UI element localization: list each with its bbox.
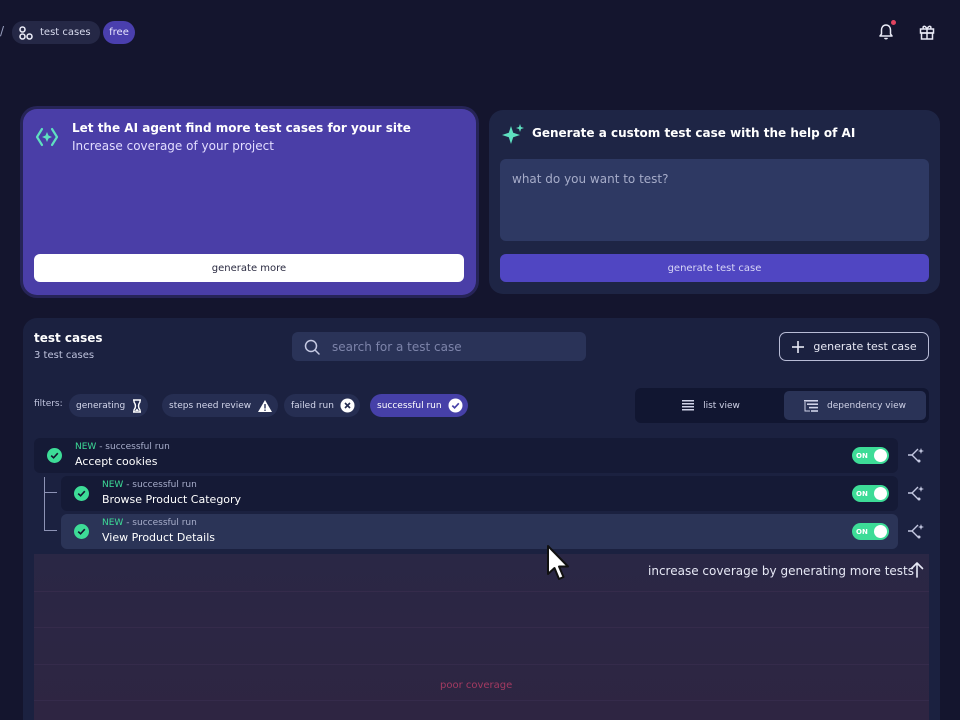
enable-toggle[interactable]: ON <box>852 523 889 540</box>
test-case-name: Browse Product Category <box>102 493 242 506</box>
filter-label: successful run <box>377 400 442 411</box>
filter-failed-run[interactable]: failed run <box>284 394 360 417</box>
toggle-knob <box>874 525 887 538</box>
hourglass-icon <box>133 398 142 413</box>
new-badge: NEW <box>75 442 97 452</box>
toggle-knob <box>874 487 887 500</box>
generate-more-button[interactable]: generate more <box>34 254 464 282</box>
dependency-icon[interactable] <box>906 446 924 464</box>
toggle-knob <box>874 449 887 462</box>
plan-badge[interactable]: free <box>103 21 135 44</box>
coverage-level-label: poor coverage <box>440 680 513 691</box>
toggle-label: ON <box>856 527 868 536</box>
filter-steps-need-review[interactable]: steps need review <box>162 394 279 417</box>
filter-successful-run[interactable]: successful run <box>370 394 468 417</box>
coverage-gridline <box>34 700 929 701</box>
list-icon <box>682 400 695 411</box>
toggle-label: ON <box>856 451 868 460</box>
coverage-gridline <box>34 591 929 592</box>
dependency-icon[interactable] <box>906 522 924 540</box>
tree-connector <box>44 530 57 531</box>
filter-label: steps need review <box>169 400 252 411</box>
check-circle-icon <box>448 398 463 413</box>
ai-agent-subtitle: Increase coverage of your project <box>72 139 274 153</box>
project-selector[interactable]: test cases <box>12 21 100 44</box>
dependency-view-label: dependency view <box>826 400 907 411</box>
gift-icon[interactable] <box>917 22 937 42</box>
test-cases-count: 3 test cases <box>34 350 95 361</box>
run-status: - successful run <box>96 442 170 452</box>
increase-coverage-hint[interactable]: increase coverage by generating more tes… <box>648 564 914 578</box>
filters-label: filters: <box>34 399 63 409</box>
run-status: - successful run <box>123 480 197 490</box>
bell-icon[interactable] <box>876 22 896 42</box>
ai-agent-title: Let the AI agent find more test cases fo… <box>72 121 411 135</box>
coverage-gridline <box>34 627 929 628</box>
generate-test-case-label: generate test case <box>813 340 917 353</box>
success-check-icon <box>47 448 62 463</box>
ai-agent-icon <box>35 127 59 147</box>
test-cases-title: test cases <box>34 331 103 345</box>
enable-toggle[interactable]: ON <box>852 447 889 464</box>
coverage-area <box>34 554 929 720</box>
filter-label: failed run <box>291 400 334 411</box>
row-status: NEW - successful run <box>75 442 170 452</box>
filter-label: generating <box>76 400 126 411</box>
custom-test-title: Generate a custom test case with the hel… <box>532 126 856 140</box>
generate-test-case-outline-button[interactable]: generate test case <box>779 332 929 361</box>
new-badge: NEW <box>102 480 124 490</box>
test-case-name: View Product Details <box>102 531 215 544</box>
toggle-label: ON <box>856 489 868 498</box>
search-input[interactable]: search for a test case <box>292 332 586 361</box>
tree-connector <box>44 477 45 530</box>
search-icon <box>304 339 320 355</box>
project-icon <box>19 25 33 40</box>
enable-toggle[interactable]: ON <box>852 485 889 502</box>
row-status: NEW - successful run <box>102 518 197 528</box>
breadcrumb-separator: / <box>0 24 5 38</box>
run-status: - successful run <box>123 518 197 528</box>
list-view-button[interactable]: list view <box>640 391 782 420</box>
x-circle-icon <box>340 398 355 413</box>
mouse-cursor-icon <box>547 545 569 580</box>
test-case-name: Accept cookies <box>75 455 158 468</box>
dependency-icon[interactable] <box>906 484 924 502</box>
warning-icon <box>258 399 273 412</box>
filter-generating[interactable]: generating <box>69 394 149 417</box>
sparkle-icon <box>502 124 524 144</box>
plus-icon <box>792 340 805 353</box>
search-placeholder: search for a test case <box>332 339 462 354</box>
new-badge: NEW <box>102 518 124 528</box>
coverage-gridline <box>34 664 929 665</box>
success-check-icon <box>74 486 89 501</box>
notification-dot <box>891 20 896 25</box>
success-check-icon <box>74 524 89 539</box>
generate-test-case-button[interactable]: generate test case <box>500 254 929 282</box>
arrow-up-icon <box>910 562 924 578</box>
dependency-view-button[interactable]: dependency view <box>784 391 926 420</box>
tree-connector <box>44 492 57 493</box>
list-view-label: list view <box>703 400 740 411</box>
dependency-view-icon <box>803 399 818 412</box>
row-status: NEW - successful run <box>102 480 197 490</box>
test-description-input[interactable] <box>500 159 929 241</box>
project-label: test cases <box>40 27 91 38</box>
